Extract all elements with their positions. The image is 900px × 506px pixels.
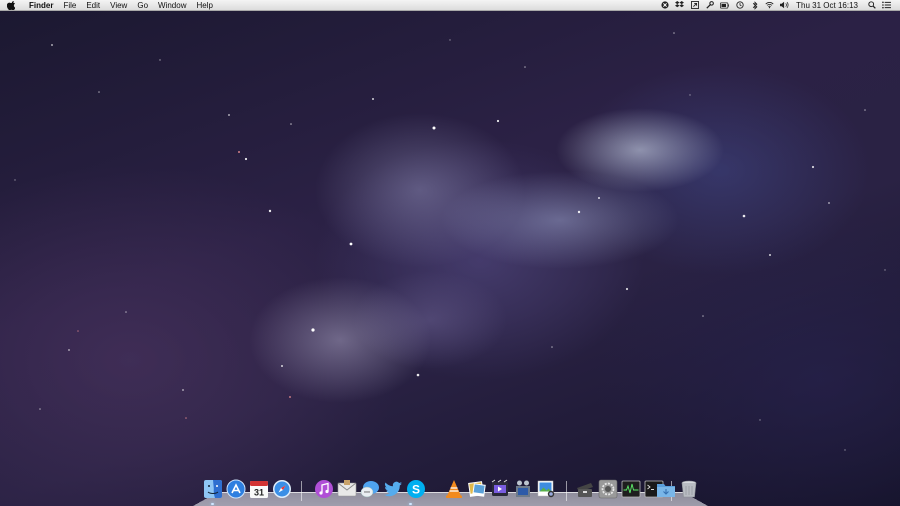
bluetooth-icon[interactable] <box>750 0 759 10</box>
dock-trash[interactable] <box>679 479 699 499</box>
menu-app-finder[interactable]: Finder <box>24 0 58 11</box>
dropbox-icon[interactable] <box>675 1 685 10</box>
spotlight-icon[interactable] <box>867 1 876 10</box>
dock-mail[interactable] <box>337 479 357 499</box>
dock-separator <box>301 481 302 501</box>
menu-window[interactable]: Window <box>153 0 191 11</box>
imovie-icon <box>491 479 508 496</box>
preview-icon <box>537 480 555 498</box>
menu-bar: Finder File Edit View Go Window Help Thu… <box>0 0 900 11</box>
dock: 31 S <box>201 479 701 501</box>
wifi-icon[interactable] <box>765 1 774 10</box>
dock-skype[interactable]: S <box>406 479 426 499</box>
menu-go[interactable]: Go <box>132 0 153 11</box>
dock-app-store[interactable] <box>226 479 246 499</box>
dock-vlc[interactable] <box>444 479 464 499</box>
time-machine-icon[interactable] <box>735 1 744 10</box>
dock-film-app[interactable] <box>513 479 533 499</box>
app-store-icon <box>226 479 246 499</box>
skype-icon: S <box>407 480 425 498</box>
running-indicator <box>211 503 214 505</box>
starfield <box>14 32 886 451</box>
dock-preview[interactable] <box>536 479 556 499</box>
dock-archive-utility[interactable] <box>575 479 595 499</box>
dock-itunes[interactable] <box>314 479 334 499</box>
share-icon[interactable] <box>690 1 699 10</box>
vlc-icon <box>446 480 462 498</box>
apple-menu-icon[interactable] <box>6 0 16 10</box>
dock-safari[interactable] <box>272 479 292 499</box>
dock-downloads[interactable] <box>656 479 676 499</box>
film-icon <box>516 480 530 497</box>
dock-imovie[interactable] <box>490 479 510 499</box>
menu-clock[interactable]: Thu 31 Oct 16:13 <box>796 0 858 11</box>
menu-view[interactable]: View <box>105 0 132 11</box>
dock-calendar[interactable]: 31 <box>249 479 269 499</box>
dock-system-preferences[interactable] <box>598 479 618 499</box>
dock-messages[interactable] <box>360 479 380 499</box>
dock-separator-2 <box>566 481 567 501</box>
mail-icon <box>337 480 357 497</box>
calendar-day: 31 <box>254 488 264 498</box>
menu-help[interactable]: Help <box>191 0 217 11</box>
itunes-icon <box>315 480 333 498</box>
notification-list-icon[interactable] <box>882 1 891 10</box>
trash-icon <box>681 480 697 498</box>
battery-icon[interactable] <box>720 1 730 10</box>
dock-activity-monitor[interactable] <box>621 479 641 499</box>
messages-icon <box>360 481 379 498</box>
menu-bar-left: Finder File Edit View Go Window Help <box>0 0 218 10</box>
svg-text:S: S <box>412 483 420 497</box>
running-indicator <box>409 503 412 505</box>
downloads-folder-icon <box>657 484 675 497</box>
menu-bar-status: Thu 31 Oct 16:13 <box>657 0 900 10</box>
archive-icon <box>577 483 593 497</box>
dock-photo-app[interactable] <box>467 479 487 499</box>
close-circle-icon[interactable] <box>660 1 669 10</box>
finder-icon <box>204 480 222 498</box>
dock-twitter[interactable] <box>383 479 403 499</box>
calendar-icon: 31 <box>250 481 268 498</box>
twitter-icon <box>384 481 402 497</box>
menu-file[interactable]: File <box>58 0 81 11</box>
photo-app-icon <box>468 481 486 497</box>
menu-edit[interactable]: Edit <box>81 0 105 11</box>
safari-icon <box>273 480 291 498</box>
volume-icon[interactable] <box>780 1 789 10</box>
activity-monitor-icon <box>621 480 641 498</box>
tools-icon[interactable] <box>705 1 714 10</box>
dock-finder[interactable] <box>203 479 223 499</box>
system-preferences-icon <box>598 479 618 499</box>
